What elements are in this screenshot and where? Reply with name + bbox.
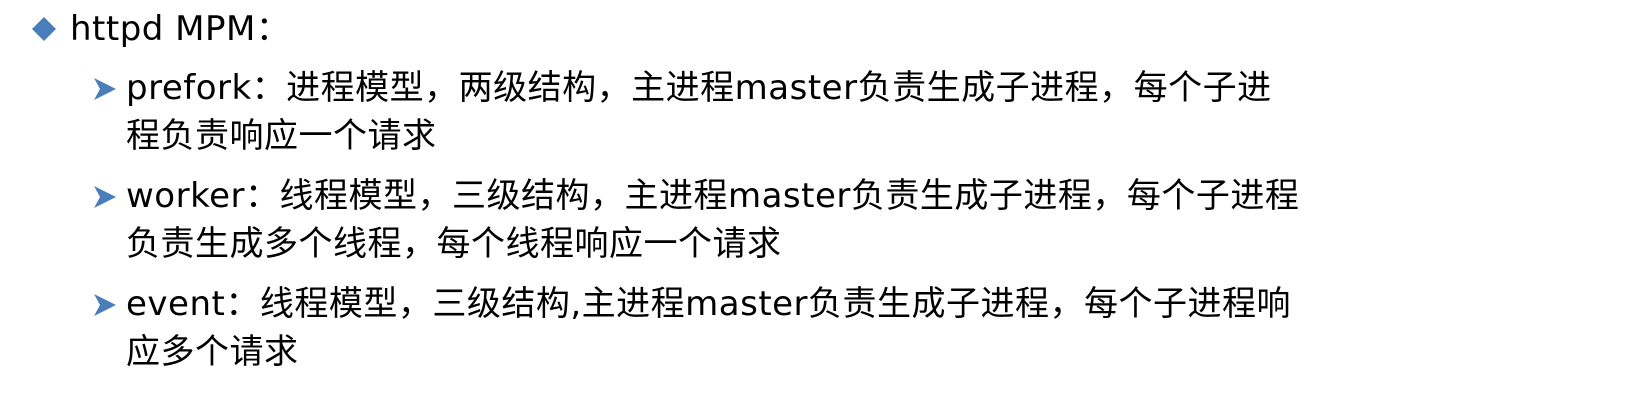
arrow-bullet-icon	[94, 78, 116, 100]
heading-text: httpd MPM：	[70, 9, 291, 49]
list-item-line: event：线程模型，三级结构,主进程master负责生成子进程，每个子进程响	[126, 284, 1292, 324]
list-item: prefork：进程模型，两级结构，主进程master负责生成子进程，每个子进 …	[92, 64, 1532, 160]
list-item-line: 负责生成多个线程，每个线程响应一个请求	[126, 224, 782, 264]
list-item-line: 程负责响应一个请求	[126, 116, 437, 156]
list-item-text: event：线程模型，三级结构,主进程master负责生成子进程，每个子进程响 …	[126, 280, 1516, 376]
heading-bullet-row: httpd MPM：	[32, 6, 290, 52]
list-item-line: prefork：进程模型，两级结构，主进程master负责生成子进程，每个子进	[126, 68, 1272, 108]
arrow-bullet-icon	[94, 294, 116, 316]
slide: httpd MPM： prefork：进程模型，两级结构，主进程master负责…	[0, 0, 1637, 407]
diamond-bullet-icon	[32, 17, 56, 41]
arrow-bullet-icon	[94, 186, 116, 208]
list-item-text: prefork：进程模型，两级结构，主进程master负责生成子进程，每个子进 …	[126, 64, 1516, 160]
list-item: event：线程模型，三级结构,主进程master负责生成子进程，每个子进程响 …	[92, 280, 1532, 376]
list-item-text: worker：线程模型，三级结构，主进程master负责生成子进程，每个子进程 …	[126, 172, 1516, 268]
list-item: worker：线程模型，三级结构，主进程master负责生成子进程，每个子进程 …	[92, 172, 1532, 268]
list-item-line: 应多个请求	[126, 332, 299, 372]
list-item-line: worker：线程模型，三级结构，主进程master负责生成子进程，每个子进程	[126, 176, 1300, 216]
